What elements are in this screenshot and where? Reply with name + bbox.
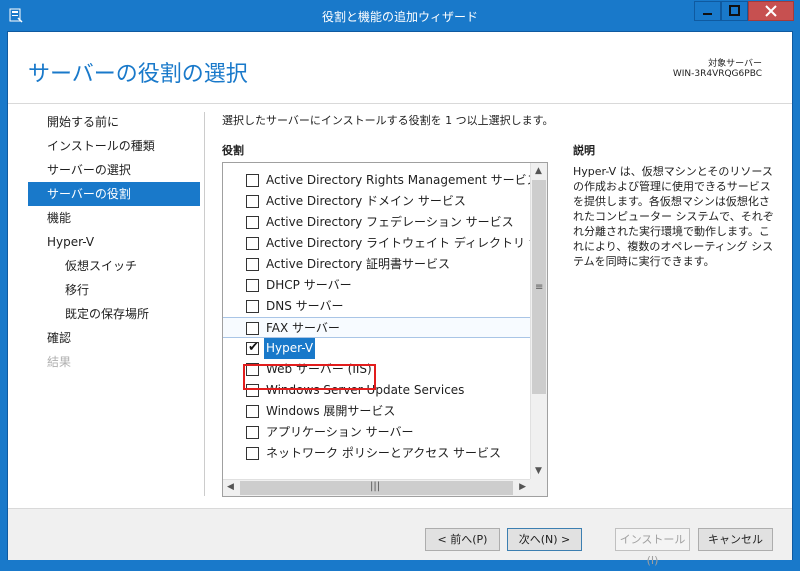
roles-heading: 役割 — [222, 144, 244, 157]
role-checkbox[interactable] — [246, 447, 259, 460]
roles-list-items: Active Directory Rights Management サービス … — [223, 170, 547, 464]
role-row[interactable]: Active Directory 証明書サービス — [223, 254, 530, 275]
scroll-right-arrow-icon[interactable]: ▶ — [519, 482, 526, 492]
window-title: 役割と機能の追加ウィザード — [321, 10, 478, 24]
minimize-button[interactable] — [694, 1, 721, 21]
description-text: Hyper-V は、仮想マシンとそのリソースの作成および管理に使用できるサービス… — [573, 165, 774, 268]
vertical-scroll-thumb[interactable]: ≡ — [532, 180, 546, 394]
roles-list[interactable]: Active Directory Rights Management サービス … — [222, 162, 548, 497]
nav-item-virtual-switches[interactable]: 仮想スイッチ — [28, 254, 200, 278]
role-checkbox[interactable] — [246, 300, 259, 313]
scroll-up-arrow-icon[interactable]: ▲ — [535, 166, 542, 176]
horizontal-scrollbar[interactable]: ◀ ||| ▶ — [223, 479, 530, 496]
wizard-footer: < 前へ(P) 次へ(N) > インストール(I) キャンセル — [8, 508, 792, 567]
nav-item-migration[interactable]: 移行 — [28, 278, 200, 302]
role-label: DNS サーバー — [266, 299, 344, 313]
role-checkbox[interactable] — [246, 237, 259, 250]
role-row[interactable]: Active Directory ライトウェイト ディレクトリ サービス — [223, 233, 547, 254]
role-checkbox[interactable] — [246, 258, 259, 271]
maximize-icon — [729, 5, 740, 16]
cancel-button[interactable]: キャンセル — [698, 528, 773, 551]
nav-item-confirmation[interactable]: 確認 — [28, 326, 200, 350]
nav-item-installation-type[interactable]: インストールの種類 — [28, 134, 200, 158]
nav-item-server-selection[interactable]: サーバーの選択 — [28, 158, 200, 182]
previous-button[interactable]: < 前へ(P) — [425, 528, 500, 551]
role-label: Active Directory ドメイン サービス — [266, 194, 466, 208]
role-label: Active Directory ライトウェイト ディレクトリ サービス — [266, 236, 548, 250]
wizard-header: サーバーの役割の選択 対象サーバー WIN-3R4VRQG6PBC — [8, 32, 792, 104]
role-label: FAX サーバー — [266, 321, 340, 335]
page-title: サーバーの役割の選択 — [28, 62, 248, 87]
role-row[interactable]: アプリケーション サーバー — [223, 422, 530, 443]
role-checkbox[interactable] — [246, 322, 259, 335]
install-button: インストール(I) — [615, 528, 690, 567]
target-server-value: WIN-3R4VRQG6PBC — [672, 69, 762, 79]
role-label: DHCP サーバー — [266, 278, 352, 292]
role-checkbox[interactable] — [246, 426, 259, 439]
wizard-nav: 開始する前に インストールの種類 サーバーの選択 サーバーの役割 機能 Hype… — [28, 110, 200, 374]
role-row[interactable]: Active Directory フェデレーション サービス — [223, 212, 530, 233]
vertical-scrollbar[interactable]: ▲ ≡ ▼ — [530, 163, 547, 479]
role-label: Hyper-V — [264, 338, 316, 359]
title-bar[interactable]: 役割と機能の追加ウィザード — [0, 0, 800, 31]
role-checkbox[interactable] — [246, 279, 259, 292]
horizontal-scroll-thumb[interactable]: ||| — [240, 481, 513, 495]
nav-item-server-roles[interactable]: サーバーの役割 — [28, 182, 200, 206]
description-heading: 説明 — [573, 144, 595, 157]
wizard-client-area: サーバーの役割の選択 対象サーバー WIN-3R4VRQG6PBC 開始する前に… — [7, 31, 793, 567]
nav-divider — [204, 112, 205, 496]
role-row[interactable]: ネットワーク ポリシーとアクセス サービス — [223, 443, 530, 464]
hyper-v-highlight-box — [243, 364, 376, 390]
grip-icon: ≡ — [535, 282, 544, 293]
maximize-button[interactable] — [721, 1, 748, 21]
role-label: Windows 展開サービス — [266, 404, 396, 418]
role-row[interactable]: Active Directory ドメイン サービス — [223, 191, 530, 212]
instructions-text: 選択したサーバーにインストールする役割を 1 つ以上選択します。 — [222, 114, 554, 127]
role-checkbox[interactable] — [246, 174, 259, 187]
role-checkbox[interactable] — [246, 405, 259, 418]
role-checkbox-checked[interactable]: ✔ — [246, 340, 259, 355]
role-row[interactable]: DHCP サーバー — [223, 275, 530, 296]
wizard-window: 役割と機能の追加ウィザード サーバーの役割の選択 対象サーバー WIN-3R4V… — [0, 0, 800, 567]
next-button[interactable]: 次へ(N) > — [507, 528, 582, 551]
target-server-label: 対象サーバー — [708, 59, 762, 69]
nav-item-features[interactable]: 機能 — [28, 206, 200, 230]
minimize-icon — [703, 13, 712, 15]
nav-item-before-you-begin[interactable]: 開始する前に — [28, 110, 200, 134]
checkmark-icon: ✔ — [248, 340, 259, 355]
scroll-left-arrow-icon[interactable]: ◀ — [227, 482, 234, 492]
role-label: アプリケーション サーバー — [266, 425, 414, 439]
close-button[interactable] — [748, 1, 794, 21]
scroll-down-arrow-icon[interactable]: ▼ — [535, 466, 542, 476]
nav-item-hyper-v[interactable]: Hyper-V — [28, 230, 200, 254]
role-label: Active Directory Rights Management サービス — [266, 173, 539, 187]
role-label: Active Directory 証明書サービス — [266, 257, 451, 271]
role-label: ネットワーク ポリシーとアクセス サービス — [266, 446, 502, 460]
role-row[interactable]: FAX サーバー — [223, 317, 530, 338]
role-checkbox[interactable] — [246, 195, 259, 208]
role-row[interactable]: Active Directory Rights Management サービス — [223, 170, 539, 191]
role-label: Active Directory フェデレーション サービス — [266, 215, 514, 229]
scrollbar-corner — [530, 479, 547, 496]
role-row-hyper-v[interactable]: ✔ Hyper-V — [223, 338, 530, 359]
grip-icon: ||| — [370, 481, 381, 492]
close-icon — [765, 5, 777, 17]
role-row[interactable]: Windows 展開サービス — [223, 401, 530, 422]
nav-item-default-stores[interactable]: 既定の保存場所 — [28, 302, 200, 326]
role-checkbox[interactable] — [246, 216, 259, 229]
nav-item-results: 結果 — [47, 355, 72, 369]
role-row[interactable]: DNS サーバー — [223, 296, 530, 317]
